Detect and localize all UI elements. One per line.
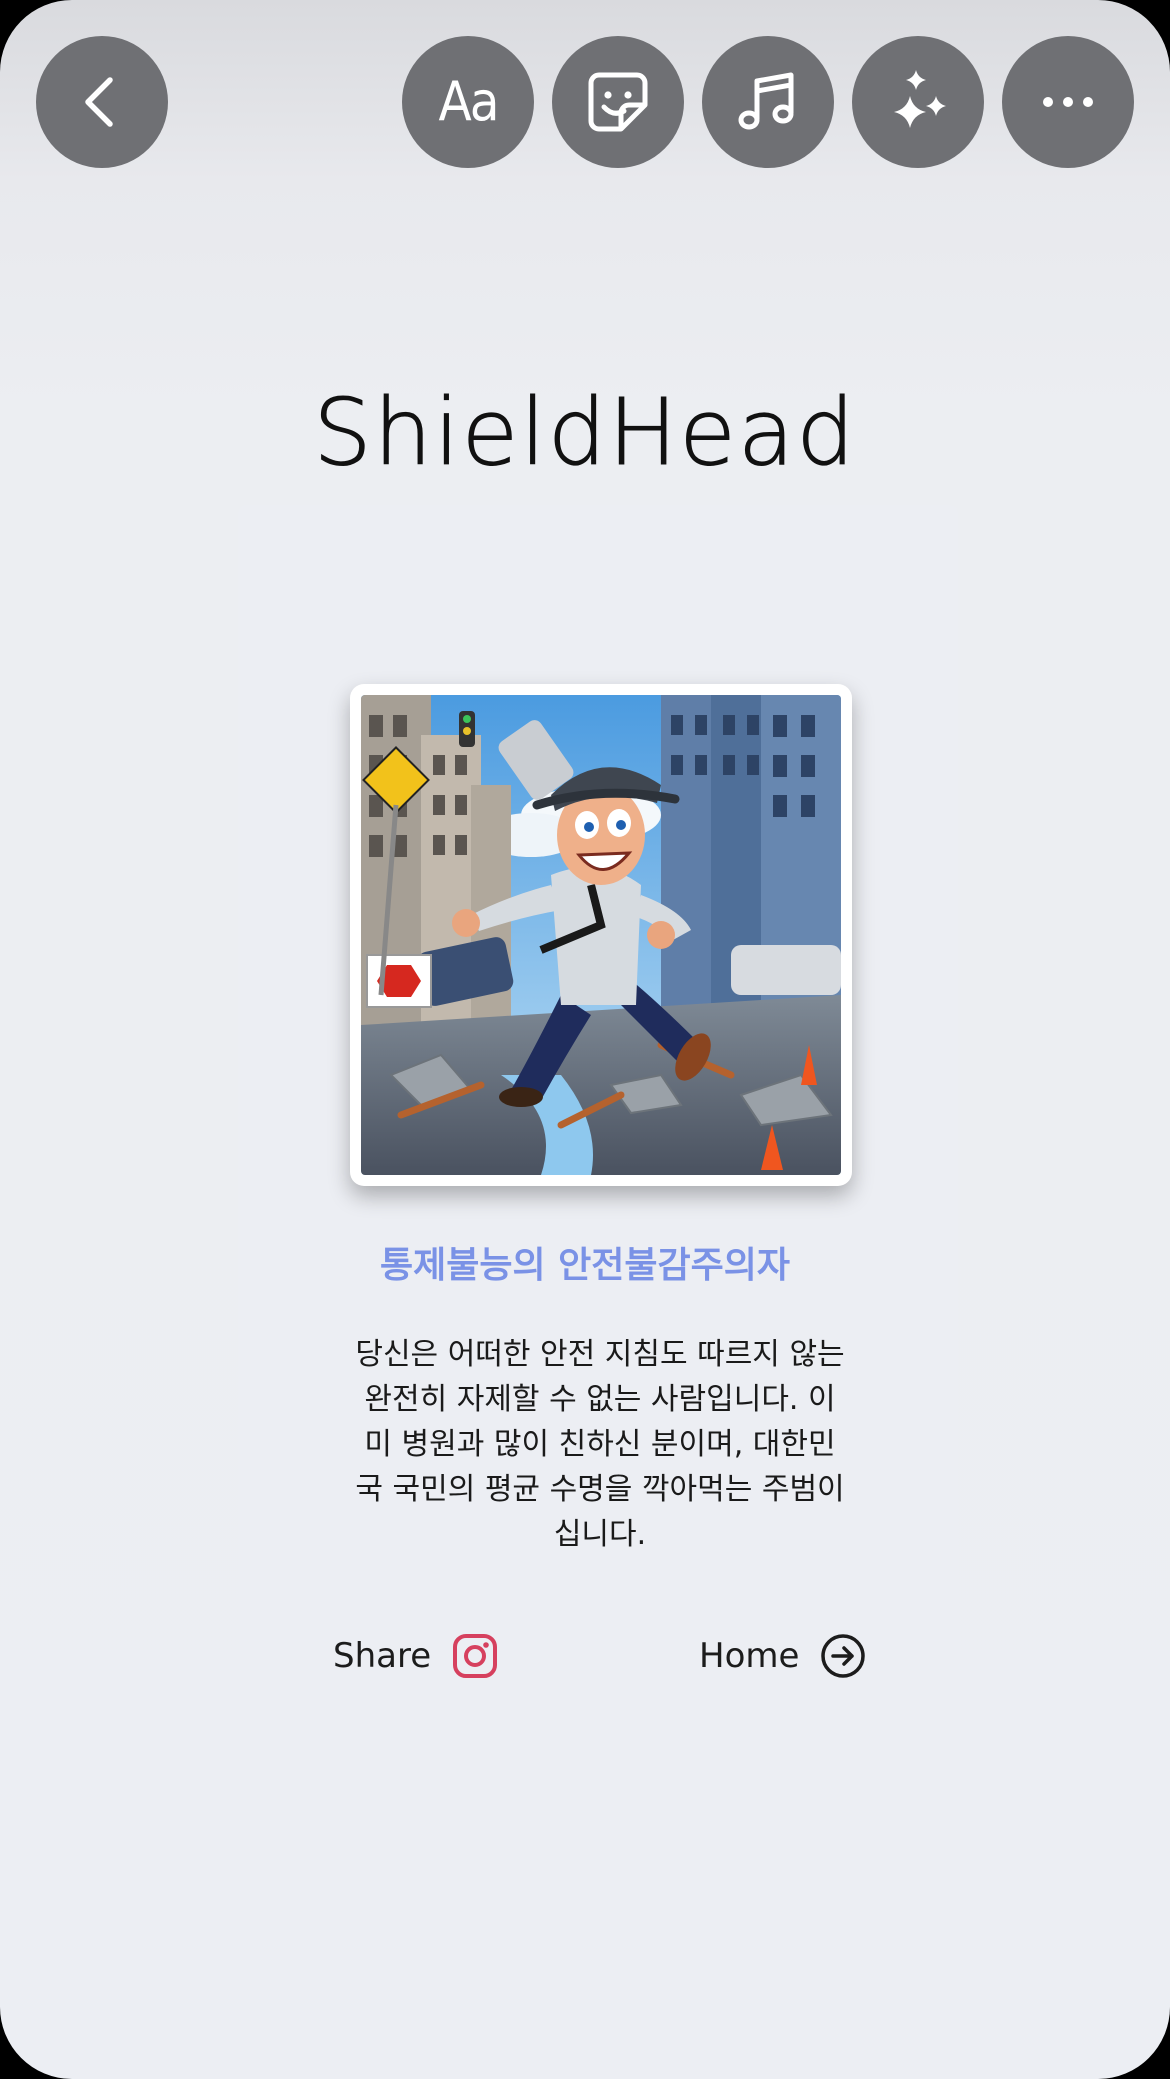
story-toolbar: Aa: [0, 0, 1170, 210]
effects-button[interactable]: [852, 36, 984, 168]
story-editor-screen: Aa ShieldHead 통제불능의 안전불감주의자 당신은 어떠한 안전 지…: [0, 0, 1170, 2079]
text-tool-label: Aa: [438, 70, 500, 133]
music-note-icon: [738, 72, 794, 130]
music-button[interactable]: [702, 36, 834, 168]
shieldhead-logo: ShieldHead: [0, 372, 1170, 496]
instagram-icon: [453, 1634, 498, 1678]
sticker-button[interactable]: [552, 36, 684, 168]
back-button[interactable]: [36, 36, 168, 168]
home-button[interactable]: Home: [699, 1628, 867, 1684]
arrow-right-circle-icon: [821, 1634, 866, 1678]
logo-text: ShieldHead: [313, 379, 856, 486]
result-description: 당신은 어떠한 안전 지침도 따르지 않는 완전히 자제할 수 없는 사람입니다…: [355, 1337, 845, 1552]
sticker-icon: [588, 72, 648, 132]
text-tool-button[interactable]: Aa: [402, 36, 534, 168]
result-illustration: [361, 695, 841, 1175]
share-button[interactable]: Share: [333, 1628, 499, 1684]
result-illustration-frame: [350, 684, 852, 1186]
chevron-left-icon: [85, 77, 113, 127]
more-options-button[interactable]: [1002, 36, 1134, 168]
share-label: Share: [333, 1636, 432, 1676]
home-label: Home: [699, 1636, 800, 1676]
result-title: 통제불능의 안전불감주의자: [380, 1245, 790, 1286]
more-horizontal-icon: [1043, 97, 1093, 107]
sparkles-icon: [894, 70, 946, 128]
